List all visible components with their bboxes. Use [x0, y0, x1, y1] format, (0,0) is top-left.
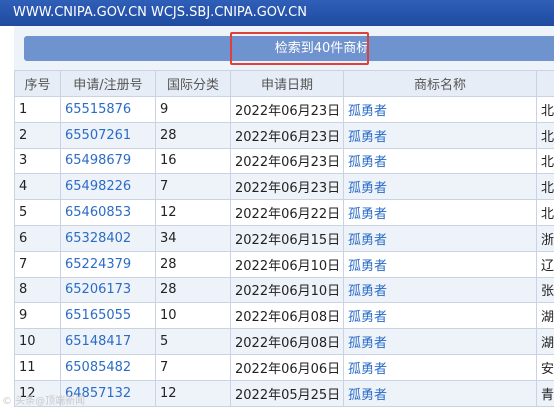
cell-applicant: 青岛: [536, 379, 554, 407]
cell-application-date: 2022年06月08日: [230, 302, 344, 330]
cell-registration-number-link[interactable]: 65498226: [60, 173, 156, 201]
cell-trademark-name-link[interactable]: 孤勇者: [343, 276, 537, 304]
cell-application-date: 2022年06月23日: [230, 147, 344, 175]
cell-application-date: 2022年05月25日: [230, 379, 344, 407]
cell-trademark-name-link[interactable]: 孤勇者: [343, 147, 537, 175]
cell-applicant: 张风: [536, 276, 554, 304]
cell-application-date: 2022年06月23日: [230, 173, 344, 201]
cell-international-class: 16: [155, 147, 231, 175]
cell-international-class: 9: [155, 96, 231, 123]
table-row[interactable]: 46549822672022年06月23日孤勇者北京: [14, 173, 554, 201]
cell-registration-number-link[interactable]: 65460853: [60, 199, 156, 226]
cell-serial: 5: [14, 199, 61, 226]
cell-trademark-name-link[interactable]: 孤勇者: [343, 224, 537, 252]
cell-application-date: 2022年06月22日: [230, 199, 344, 226]
cell-applicant: 北京: [536, 147, 554, 175]
cell-applicant: 湖北: [536, 302, 554, 330]
cell-registration-number-link[interactable]: 65498679: [60, 147, 156, 175]
cell-international-class: 12: [155, 199, 231, 226]
column-header-international-class[interactable]: 国际分类: [155, 70, 231, 97]
cell-serial: 9: [14, 302, 61, 330]
column-header-application-date[interactable]: 申请日期: [230, 70, 344, 97]
cell-registration-number-link[interactable]: 65148417: [60, 328, 156, 355]
cell-applicant: 安徽: [536, 353, 554, 381]
cell-international-class: 28: [155, 250, 231, 278]
cell-serial: 6: [14, 224, 61, 252]
cell-international-class: 7: [155, 173, 231, 201]
table-header-row: 序号 申请/注册号 国际分类 申请日期 商标名称: [14, 70, 554, 97]
cell-registration-number-link[interactable]: 65206173: [60, 276, 156, 304]
table-row[interactable]: 16551587692022年06月23日孤勇者北京: [14, 96, 554, 123]
cell-international-class: 5: [155, 328, 231, 355]
highlight-annotation-box: [230, 32, 369, 65]
cell-application-date: 2022年06月15日: [230, 224, 344, 252]
cell-applicant: 浙江: [536, 224, 554, 252]
cell-trademark-name-link[interactable]: 孤勇者: [343, 96, 537, 123]
table-row[interactable]: 865206173282022年06月10日孤勇者张风: [14, 276, 554, 304]
cell-international-class: 28: [155, 121, 231, 149]
cell-international-class: 10: [155, 302, 231, 330]
screenshot-page: WWW.CNIPA.GOV.CN WCJS.SBJ.CNIPA.GOV.CN 检…: [0, 0, 554, 408]
table-row[interactable]: 665328402342022年06月15日孤勇者浙江: [14, 224, 554, 252]
cell-applicant: 北京: [536, 96, 554, 123]
cell-trademark-name-link[interactable]: 孤勇者: [343, 250, 537, 278]
cell-registration-number-link[interactable]: 65165055: [60, 302, 156, 330]
cell-serial: 7: [14, 250, 61, 278]
cell-registration-number-link[interactable]: 65515876: [60, 96, 156, 123]
table-row[interactable]: 365498679162022年06月23日孤勇者北京: [14, 147, 554, 175]
cell-registration-number-link[interactable]: 65507261: [60, 121, 156, 149]
column-header-applicant[interactable]: [536, 70, 554, 97]
cell-applicant: 北京: [536, 199, 554, 226]
table-body: 16551587692022年06月23日孤勇者北京26550726128202…: [14, 96, 554, 407]
column-header-trademark-name[interactable]: 商标名称: [343, 70, 537, 97]
cell-applicant: 辽宁: [536, 250, 554, 278]
table-row[interactable]: 565460853122022年06月22日孤勇者北京: [14, 199, 554, 226]
cell-international-class: 7: [155, 353, 231, 381]
cell-trademark-name-link[interactable]: 孤勇者: [343, 302, 537, 330]
cell-trademark-name-link[interactable]: 孤勇者: [343, 199, 537, 226]
cell-international-class: 12: [155, 379, 231, 407]
trademark-results-table: 序号 申请/注册号 国际分类 申请日期 商标名称 1 65515876 9 2022年…: [14, 70, 554, 407]
cell-registration-number-link[interactable]: 65328402: [60, 224, 156, 252]
cell-application-date: 2022年06月10日: [230, 250, 344, 278]
column-header-serial[interactable]: 序号: [14, 70, 61, 97]
cell-trademark-name-link[interactable]: 孤勇者: [343, 173, 537, 201]
url-banner: WWW.CNIPA.GOV.CN WCJS.SBJ.CNIPA.GOV.CN: [0, 0, 554, 26]
table-row[interactable]: 765224379282022年06月10日孤勇者辽宁: [14, 250, 554, 278]
cell-application-date: 2022年06月08日: [230, 328, 344, 355]
cell-serial: 10: [14, 328, 61, 355]
cell-trademark-name-link[interactable]: 孤勇者: [343, 121, 537, 149]
cell-serial: 2: [14, 121, 61, 149]
cell-serial: 1: [14, 96, 61, 123]
cell-international-class: 34: [155, 224, 231, 252]
table-row[interactable]: 116508548272022年06月06日孤勇者安徽: [14, 353, 554, 381]
cell-applicant: 北京: [536, 173, 554, 201]
cell-serial: 11: [14, 353, 61, 381]
cell-application-date: 2022年06月10日: [230, 276, 344, 304]
watermark: © 头条@顶端新闻: [2, 396, 86, 407]
cell-application-date: 2022年06月06日: [230, 353, 344, 381]
table-row[interactable]: 965165055102022年06月08日孤勇者湖北: [14, 302, 554, 330]
cell-trademark-name-link[interactable]: 孤勇者: [343, 328, 537, 355]
cell-application-date: 2022年06月23日: [230, 96, 344, 123]
table-row[interactable]: 1264857132122022年05月25日孤勇者青岛: [14, 379, 554, 407]
cell-trademark-name-link[interactable]: 孤勇者: [343, 379, 537, 407]
cell-trademark-name-link[interactable]: 孤勇者: [343, 353, 537, 381]
cell-registration-number-link[interactable]: 65085482: [60, 353, 156, 381]
column-header-registration-number[interactable]: 申请/注册号: [60, 70, 156, 97]
cell-serial: 8: [14, 276, 61, 304]
table-row[interactable]: 265507261282022年06月23日孤勇者北京: [14, 121, 554, 149]
cell-serial: 4: [14, 173, 61, 201]
cell-international-class: 28: [155, 276, 231, 304]
table-row[interactable]: 106514841752022年06月08日孤勇者湖北: [14, 328, 554, 355]
cell-registration-number-link[interactable]: 65224379: [60, 250, 156, 278]
cell-applicant: 北京: [536, 121, 554, 149]
cell-applicant: 湖北: [536, 328, 554, 355]
cell-serial: 3: [14, 147, 61, 175]
cell-application-date: 2022年06月23日: [230, 121, 344, 149]
